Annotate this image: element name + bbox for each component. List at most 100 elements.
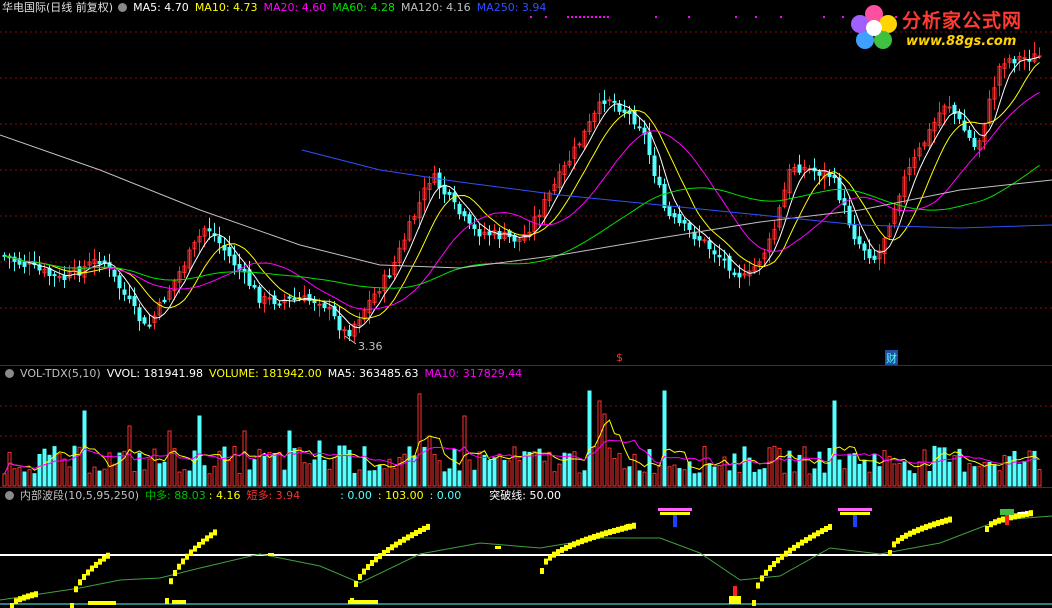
volume-bar [52, 446, 57, 487]
volume-bar [957, 448, 962, 487]
stock-title[interactable]: 华电国际(日线 前复权) [2, 1, 113, 14]
candle-body [497, 230, 502, 240]
volume-bar [622, 468, 627, 487]
wave-block [600, 531, 604, 538]
candle-body [162, 299, 167, 303]
volume-chart[interactable] [0, 366, 1052, 487]
price-chart[interactable] [0, 0, 1052, 366]
volume-bar [632, 453, 637, 487]
candle-body [462, 211, 467, 217]
volume-bar [1037, 468, 1042, 487]
wave-block [788, 547, 792, 554]
signal-dot [575, 16, 577, 18]
wave-block [354, 581, 358, 588]
volume-bar [27, 469, 32, 487]
wave-block [612, 527, 616, 534]
volume-bar [272, 453, 277, 487]
volume-bar [1022, 460, 1027, 487]
volume-bar [352, 472, 357, 487]
candle-body [872, 255, 877, 260]
wave-block [572, 541, 576, 548]
wave-block [426, 523, 430, 530]
settings-circle-icon[interactable] [5, 369, 14, 378]
wave-block [1001, 516, 1005, 523]
volume-bar [782, 472, 787, 487]
volume-bar [162, 461, 167, 487]
volume-bar [807, 473, 812, 487]
finance-marker[interactable]: 财 [885, 350, 898, 366]
signal-dot [567, 16, 569, 18]
volume-bar [742, 446, 747, 487]
volume-bar [362, 446, 367, 487]
wave-block [402, 536, 406, 543]
candle-body [657, 176, 662, 186]
wave-block [406, 534, 410, 541]
candle-body [622, 109, 627, 113]
settings-circle-icon[interactable] [118, 3, 128, 12]
mid-long-label: 中多: 88.03 [145, 489, 206, 502]
wave-block [181, 558, 185, 565]
volume-bar [677, 468, 682, 487]
wave-block [30, 592, 34, 599]
signal-dot [780, 16, 782, 18]
wave-block [568, 543, 572, 550]
wave-block [948, 516, 952, 523]
candle-body [687, 222, 692, 231]
wave-block [165, 598, 169, 604]
wave-block [820, 528, 824, 535]
settings-circle-icon[interactable] [5, 491, 14, 500]
volume-bar [397, 456, 402, 487]
volume-bar [427, 435, 432, 487]
signal-dot [823, 16, 825, 18]
low-price-label: 3.36 [358, 340, 383, 353]
candle-body [602, 100, 607, 104]
signal-dot [571, 16, 573, 18]
wave-block [82, 573, 86, 580]
volume-indicator-name[interactable]: VOL-TDX(5,10) [20, 367, 101, 380]
volume-bar [997, 470, 1002, 487]
wave-block [394, 541, 398, 548]
volume-bar [422, 446, 427, 487]
candle-body [717, 254, 722, 258]
candle-body [477, 229, 482, 237]
indicator-chart[interactable] [0, 488, 1052, 608]
wave-block [824, 526, 828, 533]
wave-block [1009, 514, 1013, 521]
volume-bar [937, 447, 942, 487]
zero2-label: : 0.00 [429, 489, 462, 502]
volume-bar [962, 471, 967, 487]
volume-bar [767, 447, 772, 487]
candle-body [637, 126, 642, 129]
wave-block [98, 558, 102, 565]
dividend-marker[interactable]: $ [616, 351, 623, 364]
volume-bar [792, 471, 797, 487]
volume-bar [897, 463, 902, 487]
wave-block [920, 525, 924, 532]
volume-bar [367, 470, 372, 487]
candle-body [957, 112, 962, 120]
wave-block [544, 558, 548, 565]
volume-bar [107, 452, 112, 487]
wave-block [592, 533, 596, 540]
candle-body [1022, 57, 1027, 60]
indicator-name[interactable]: 内部波段(10,5,95,250) [20, 489, 139, 502]
wave-block [414, 530, 418, 537]
volume-bar [232, 446, 237, 487]
candle-body [677, 213, 682, 224]
volume-bar [732, 453, 737, 487]
wave-block [816, 530, 820, 537]
candle-body [437, 172, 442, 188]
volume-bar [372, 470, 377, 487]
wave-block [580, 538, 584, 545]
volume-bar [467, 459, 472, 487]
candle-body [607, 99, 612, 102]
wave-block [213, 529, 217, 536]
wave-block [398, 539, 402, 546]
volume-bar [862, 459, 867, 487]
volume-bar [762, 468, 767, 487]
ma20-label: MA20: 4.60 [263, 1, 327, 14]
volume-bar [617, 452, 622, 487]
wave-block [390, 544, 394, 551]
wave-block [366, 564, 370, 571]
bottom-bar [88, 601, 116, 605]
